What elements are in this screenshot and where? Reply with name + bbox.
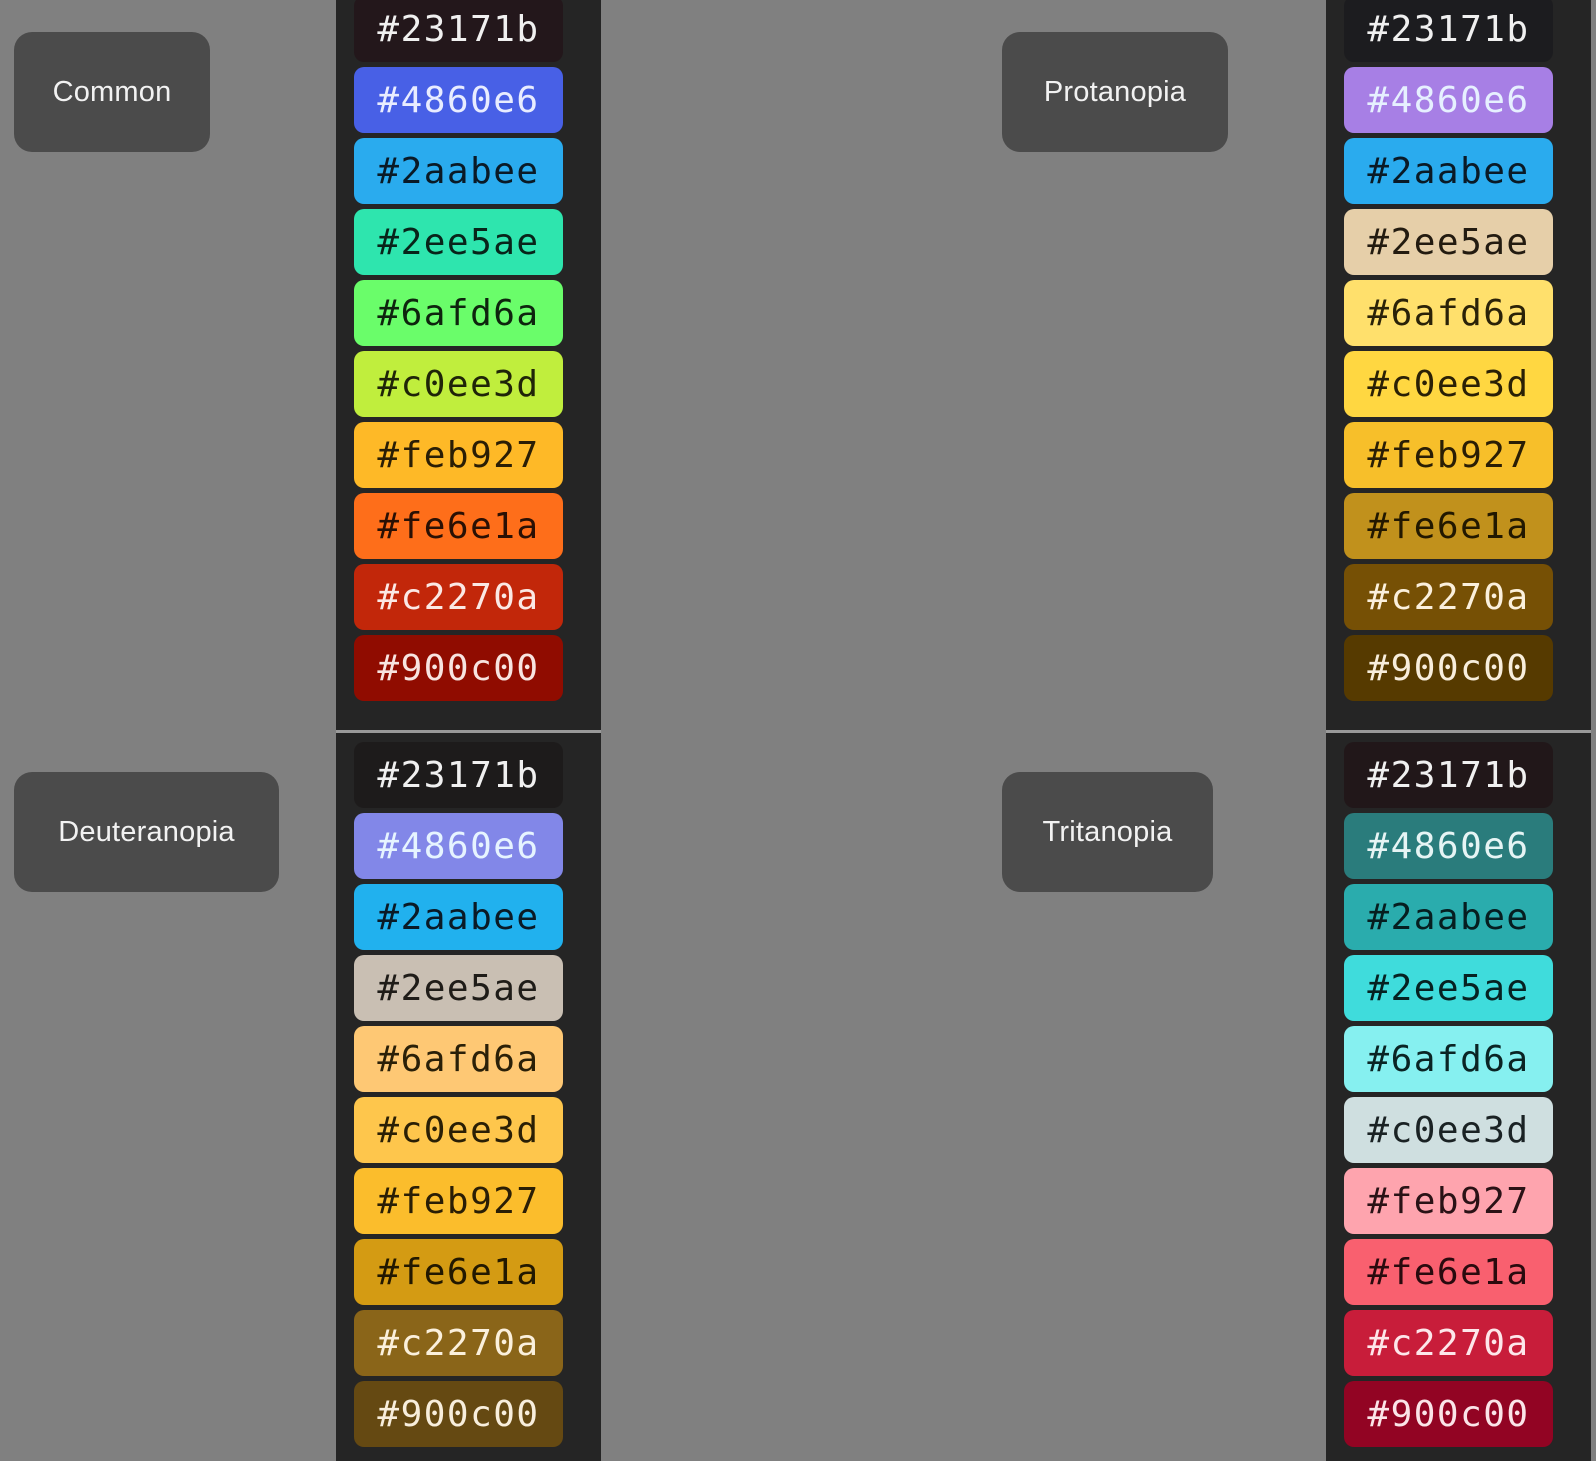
color-swatch: #4860e6 bbox=[1344, 813, 1553, 879]
color-swatch: #c2270a bbox=[1344, 564, 1553, 630]
palette-label-protanopia: Protanopia bbox=[1002, 32, 1228, 152]
palette-label-deuteranopia: Deuteranopia bbox=[14, 772, 279, 892]
color-swatch: #c0ee3d bbox=[354, 351, 563, 417]
color-swatch: #c0ee3d bbox=[354, 1097, 563, 1163]
color-swatch: #fe6e1a bbox=[354, 493, 563, 559]
color-swatch: #23171b bbox=[354, 742, 563, 808]
color-swatch: #23171b bbox=[1344, 742, 1553, 808]
color-swatch: #6afd6a bbox=[1344, 1026, 1553, 1092]
color-swatch: #2aabee bbox=[1344, 884, 1553, 950]
color-swatch: #2ee5ae bbox=[354, 955, 563, 1021]
palette-label-tritanopia: Tritanopia bbox=[1002, 772, 1213, 892]
color-swatch: #4860e6 bbox=[354, 67, 563, 133]
color-swatch: #2aabee bbox=[354, 138, 563, 204]
color-swatch: #4860e6 bbox=[1344, 67, 1553, 133]
color-swatch: #2ee5ae bbox=[1344, 209, 1553, 275]
color-swatch: #900c00 bbox=[1344, 1381, 1553, 1447]
color-swatch: #c2270a bbox=[354, 1310, 563, 1376]
color-swatch: #4860e6 bbox=[354, 813, 563, 879]
swatch-panel-deuteranopia: #23171b #4860e6 #2aabee #2ee5ae #6afd6a #c0ee… bbox=[336, 733, 601, 1461]
color-swatch: #feb927 bbox=[354, 1168, 563, 1234]
color-swatch: #c0ee3d bbox=[1344, 351, 1553, 417]
swatch-panel-tritanopia: #23171b #4860e6 #2aabee #2ee5ae #6afd6a #c0ee… bbox=[1326, 733, 1591, 1461]
color-swatch: #900c00 bbox=[354, 1381, 563, 1447]
color-swatch: #c2270a bbox=[1344, 1310, 1553, 1376]
color-swatch: #900c00 bbox=[1344, 635, 1553, 701]
color-swatch: #c0ee3d bbox=[1344, 1097, 1553, 1163]
color-swatch: #2ee5ae bbox=[354, 209, 563, 275]
color-swatch: #23171b bbox=[1344, 0, 1553, 62]
color-swatch: #feb927 bbox=[1344, 1168, 1553, 1234]
color-swatch: #6afd6a bbox=[354, 280, 563, 346]
color-swatch: #2ee5ae bbox=[1344, 955, 1553, 1021]
swatch-panel-protanopia: #23171b #4860e6 #2aabee #2ee5ae #6afd6a #c0ee… bbox=[1326, 0, 1591, 730]
color-swatch: #fe6e1a bbox=[1344, 1239, 1553, 1305]
swatch-panel-common: #23171b #4860e6 #2aabee #2ee5ae #6afd6a #c0ee… bbox=[336, 0, 601, 730]
color-swatch: #fe6e1a bbox=[1344, 493, 1553, 559]
color-swatch: #23171b bbox=[354, 0, 563, 62]
color-swatch: #feb927 bbox=[354, 422, 563, 488]
color-swatch: #2aabee bbox=[1344, 138, 1553, 204]
color-swatch: #2aabee bbox=[354, 884, 563, 950]
color-swatch: #900c00 bbox=[354, 635, 563, 701]
color-swatch: #6afd6a bbox=[1344, 280, 1553, 346]
palette-label-common: Common bbox=[14, 32, 210, 152]
color-swatch: #c2270a bbox=[354, 564, 563, 630]
color-swatch: #feb927 bbox=[1344, 422, 1553, 488]
color-swatch: #6afd6a bbox=[354, 1026, 563, 1092]
color-swatch: #fe6e1a bbox=[354, 1239, 563, 1305]
